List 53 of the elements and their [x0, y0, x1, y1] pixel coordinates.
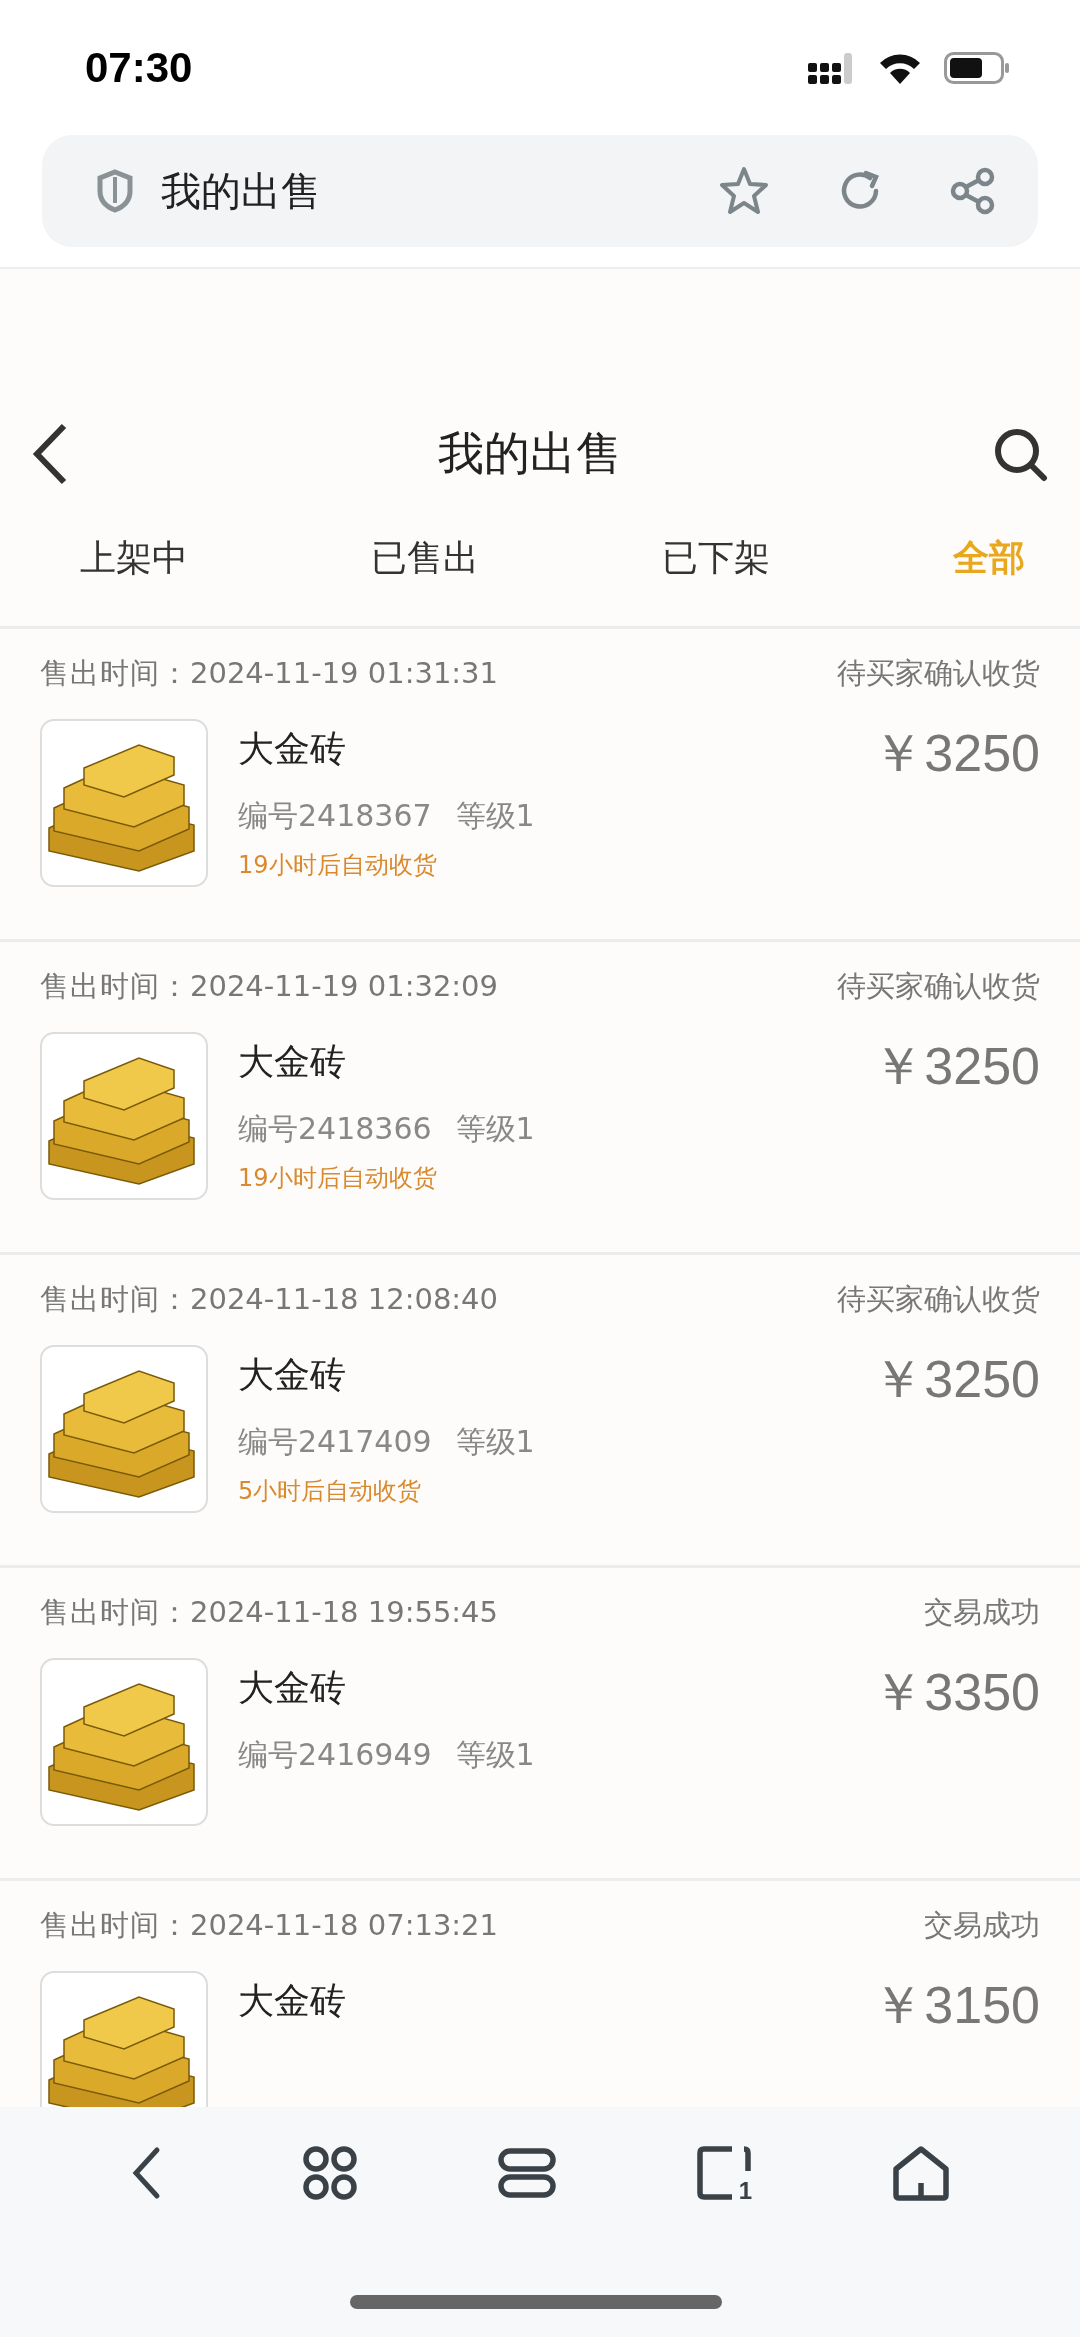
price: ￥3350	[872, 1662, 1040, 1723]
product-name: 大金砖	[238, 1666, 347, 1710]
sold-time: 2024-11-19 01:32:09	[190, 969, 498, 1003]
page-title: 我的出售	[161, 166, 322, 216]
shield-icon	[97, 169, 133, 213]
address-bar[interactable]: 我的出售	[42, 135, 1038, 247]
tab[interactable]: 已售出	[371, 534, 479, 583]
price: ￥3250	[872, 1036, 1040, 1097]
order-status: 待买家确认收货	[837, 1281, 1040, 1318]
item-level: 等级1	[455, 1736, 535, 1774]
sold-time-label: 售出时间：	[40, 1908, 190, 1942]
back-icon[interactable]	[32, 423, 68, 485]
home-icon[interactable]	[892, 2145, 950, 2201]
order-status: 待买家确认收货	[837, 968, 1040, 1005]
battery-icon	[944, 51, 1010, 84]
product-name: 大金砖	[238, 1040, 347, 1084]
sold-time-label: 售出时间：	[40, 969, 190, 1003]
auto-receipt-note: 19小时后自动收货	[238, 850, 438, 881]
order-status: 待买家确认收货	[837, 655, 1040, 692]
price: ￥3250	[872, 723, 1040, 784]
auto-receipt-note: 19小时后自动收货	[238, 1163, 438, 1194]
item-number: 编号2418367	[238, 797, 432, 835]
command-icon[interactable]	[302, 2145, 358, 2201]
tab[interactable]: 上架中	[80, 534, 188, 583]
tab[interactable]: 已下架	[662, 534, 770, 583]
auto-receipt-note: 5小时后自动收货	[238, 1476, 423, 1507]
product-name: 大金砖	[238, 1353, 347, 1397]
clock-time: 07:30	[85, 43, 193, 92]
order-status: 交易成功	[924, 1907, 1040, 1944]
item-number: 编号2416949	[238, 1736, 432, 1774]
sold-time-label: 售出时间：	[40, 1595, 190, 1629]
sold-time: 2024-11-18 12:08:40	[190, 1282, 498, 1316]
sold-time: 2024-11-18 07:13:21	[190, 1908, 498, 1942]
item-level: 等级1	[455, 1423, 535, 1461]
tabs-button[interactable]: 1	[696, 2145, 752, 2201]
item-level: 等级1	[455, 797, 535, 835]
menu-icon[interactable]	[498, 2148, 556, 2198]
page-heading: 我的出售	[438, 425, 622, 482]
price: ￥3250	[872, 1349, 1040, 1410]
sold-time-label: 售出时间：	[40, 1282, 190, 1316]
order-status: 交易成功	[924, 1594, 1040, 1631]
search-icon[interactable]	[992, 426, 1048, 482]
sold-time: 2024-11-19 01:31:31	[190, 656, 498, 690]
sold-time: 2024-11-18 19:55:45	[190, 1595, 498, 1629]
item-level: 等级1	[455, 1110, 535, 1148]
back-icon[interactable]	[130, 2146, 162, 2200]
item-number: 编号2417409	[238, 1423, 432, 1461]
item-number: 编号2418366	[238, 1110, 432, 1148]
product-name: 大金砖	[238, 727, 347, 771]
product-name: 大金砖	[238, 1979, 347, 2023]
price: ￥3150	[872, 1975, 1040, 2036]
star-icon[interactable]	[718, 165, 770, 217]
sold-time-label: 售出时间：	[40, 656, 190, 690]
